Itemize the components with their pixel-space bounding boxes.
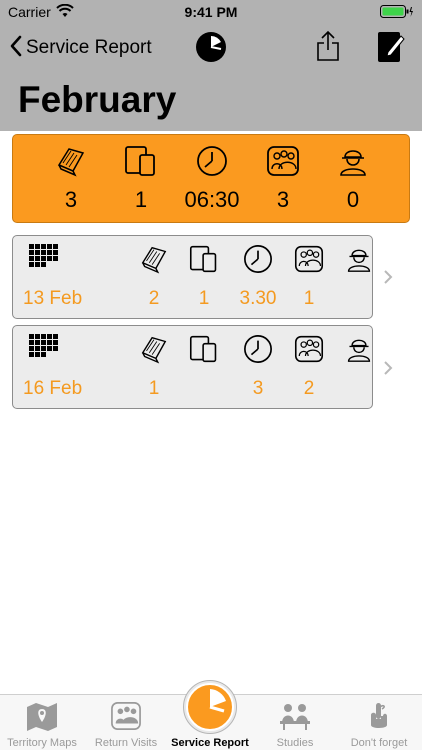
return-visits-icon <box>294 334 324 369</box>
tab-label: Studies <box>276 737 314 749</box>
tab-label: Return Visits <box>94 737 158 749</box>
chevron-right-icon[interactable] <box>383 360 393 381</box>
clock-time: 9:41 PM <box>184 4 238 20</box>
entry-return-visits: 1 <box>303 288 315 309</box>
entry-placements: 1 <box>148 378 160 399</box>
chevron-left-icon <box>10 35 22 62</box>
tab-studies[interactable]: Studies <box>253 695 337 750</box>
hours-icon <box>243 244 273 279</box>
tab-label: Territory Maps <box>7 737 77 749</box>
summary-return-visits: 3 <box>276 187 290 212</box>
summary-videos: 1 <box>134 187 148 212</box>
summary-studies: 0 <box>346 187 360 212</box>
entry-date: 13 Feb <box>23 288 83 309</box>
back-button-label: Service Report <box>26 37 152 58</box>
service-report-clock-icon[interactable] <box>183 680 237 734</box>
tab-label: Service Report <box>171 737 249 749</box>
entry-hours: 3 <box>252 378 264 399</box>
report-entry[interactable]: 16 Feb 1 3 2 <box>12 325 373 409</box>
studies-worker-icon <box>323 145 383 177</box>
entry-placements: 2 <box>148 288 160 309</box>
chevron-right-icon[interactable] <box>383 269 393 290</box>
page-title: February <box>18 79 177 120</box>
calendar-grid-icon <box>29 244 61 275</box>
service-clock-icon[interactable] <box>195 31 227 68</box>
videos-icon <box>189 244 219 279</box>
videos-icon <box>189 334 219 369</box>
tab-label: Don't forget <box>350 737 408 749</box>
return-visits-icon <box>253 145 313 177</box>
entry-hours: 3.30 <box>239 288 277 309</box>
entry-return-visits: 2 <box>303 378 315 399</box>
videos-icon <box>111 145 171 177</box>
placements-icon <box>139 334 169 369</box>
status-bar: Carrier 9:41 PM <box>0 0 422 24</box>
entry-date: 16 Feb <box>23 378 83 399</box>
hours-icon <box>182 145 242 177</box>
report-entry[interactable]: 13 Feb 2 1 3.30 1 <box>12 235 373 319</box>
tab-territory-maps[interactable]: Territory Maps <box>0 695 84 750</box>
edit-note-button[interactable] <box>376 30 406 69</box>
studies-worker-icon <box>346 334 372 369</box>
nav-header: Service Report February <box>0 24 422 131</box>
battery-icon <box>380 5 414 24</box>
entry-videos: 1 <box>198 288 210 309</box>
share-button[interactable] <box>316 30 340 67</box>
month-summary-card: 3 1 06:30 3 0 <box>12 134 410 223</box>
back-button[interactable]: Service Report <box>10 34 152 62</box>
summary-hours: 06:30 <box>184 187 240 212</box>
hours-icon <box>243 334 273 369</box>
placements-icon <box>139 244 169 279</box>
studies-worker-icon <box>346 244 372 279</box>
calendar-grid-icon <box>29 334 61 365</box>
placements-icon <box>41 145 101 177</box>
return-visits-icon <box>294 244 324 279</box>
summary-placements: 3 <box>64 187 78 212</box>
tab-dont-forget[interactable]: Don't forget <box>337 695 421 750</box>
tab-return-visits[interactable]: Return Visits <box>84 695 168 750</box>
